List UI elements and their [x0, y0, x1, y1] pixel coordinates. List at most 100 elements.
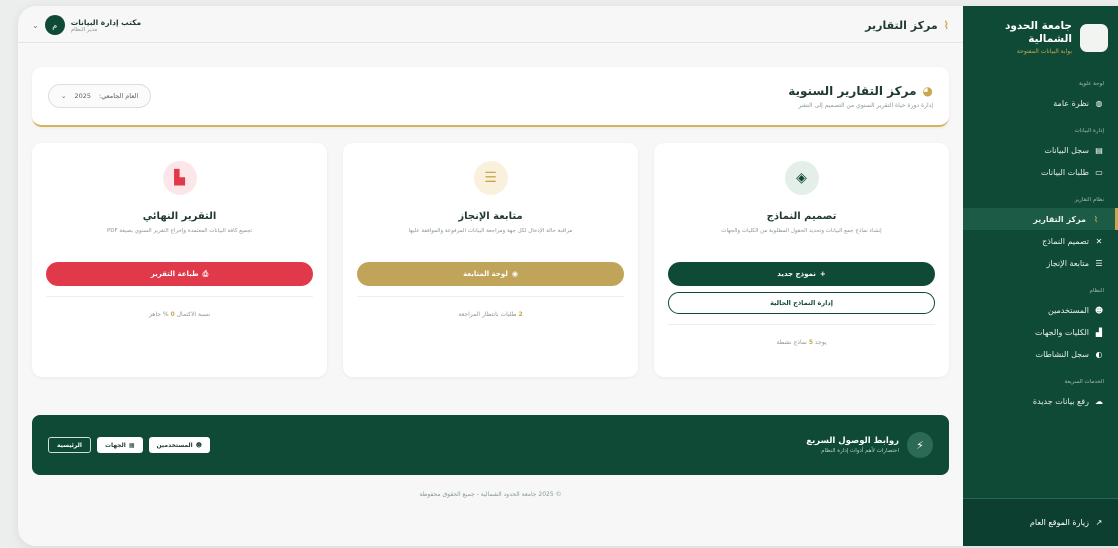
- sidebar-item-label: رفع بيانات جديدة: [1032, 396, 1089, 406]
- sidebar-item[interactable]: ▭ طلبات البيانات: [963, 161, 1118, 183]
- manage-templates-button[interactable]: إدارة النماذج الحالية: [668, 292, 935, 314]
- sidebar-item[interactable]: ◐ سجل النشاطات: [963, 343, 1118, 365]
- sidebar-item[interactable]: ☰ متابعة الإنجاز: [963, 252, 1118, 274]
- sidebar-item-label: سجل النشاطات: [1035, 349, 1089, 359]
- visit-public-site-link[interactable]: ↗ زيارة الموقع العام: [963, 498, 1118, 546]
- brand[interactable]: جامعة الحدود الشمالية بوابة البيانات الم…: [963, 6, 1118, 67]
- quick-link-icon: ▦: [128, 441, 135, 449]
- chevron-down-icon[interactable]: ⌄: [32, 21, 39, 30]
- app-window: جامعة الحدود الشمالية بوابة البيانات الم…: [18, 6, 1118, 546]
- user-name: مكتب إدارة البيانات: [70, 17, 142, 27]
- button-icon: ⎙: [202, 269, 209, 278]
- user-menu[interactable]: مكتب إدارة البيانات مدير النظام م ⌄: [32, 15, 141, 35]
- academic-year-label: العام الجامعي:: [99, 92, 139, 100]
- sidebar-item[interactable]: ◍ نظرة عامة: [963, 92, 1118, 114]
- sidebar-item[interactable]: ⌇ مركز التقارير: [963, 208, 1118, 230]
- sidebar-item-label: متابعة الإنجاز: [1046, 258, 1089, 268]
- card-title: تصميم النماذج: [766, 211, 837, 222]
- page-title-text: مركز التقارير: [865, 18, 938, 32]
- quick-access-bar: ⚡ روابط الوصول السريع اختصارات لأهم أدوا…: [32, 415, 949, 475]
- stat-suffix: % جاهز: [148, 311, 169, 318]
- quick-link-label: الجهات: [104, 441, 126, 449]
- stat-value: 2: [518, 311, 523, 318]
- quick-access-subtitle: اختصارات لأهم أدوات إدارة النظام: [821, 448, 899, 454]
- database-icon: ▤: [1095, 145, 1103, 155]
- quick-access-title: روابط الوصول السريع: [806, 436, 899, 446]
- external-link-icon: ↗: [1095, 518, 1103, 527]
- quick-link[interactable]: الرئيسية: [48, 437, 91, 453]
- topbar: ⌇ مركز التقارير مكتب إدارة البيانات مدير…: [32, 8, 949, 42]
- chevron-down-icon: ⌄: [61, 92, 67, 100]
- tools-icon: ✕: [1095, 236, 1103, 246]
- quick-link-label: الرئيسية: [57, 441, 82, 449]
- quick-links: ☻ المستخدمين ▦ الجهات الرئيسية: [48, 437, 211, 453]
- report-cards: ◈ تصميم النماذج إنشاء نماذج جمع البيانات…: [32, 143, 949, 377]
- avatar[interactable]: م: [44, 15, 65, 35]
- card-final-button[interactable]: ⎙ طباعة التقرير: [46, 262, 313, 286]
- pie-chart-icon: ◕: [922, 83, 933, 98]
- card-divider: [668, 324, 935, 325]
- card-description: مراقبة حالة الإدخال لكل جهة ومراجعة البي…: [408, 228, 573, 234]
- card-description: تجميع كافة البيانات المعتمدة وإخراج التق…: [106, 228, 253, 234]
- users-icon: ☻: [1094, 305, 1104, 315]
- card-progress-button[interactable]: ◉ لوحة المتابعة: [357, 262, 624, 286]
- globe-icon: ◍: [1095, 98, 1103, 108]
- card-design-icon: ◈: [784, 161, 819, 195]
- sidebar-nav: لوحة علوية ◍ نظرة عامة إدارة البيانات ▤ سجل ا…: [963, 67, 1118, 412]
- laptop-icon: ▭: [1095, 167, 1103, 177]
- card-final: ▙ التقرير النهائي تجميع كافة البيانات ال…: [32, 143, 327, 377]
- academic-year-select[interactable]: العام الجامعي: 2025 ⌄: [48, 84, 152, 108]
- sidebar-item[interactable]: ✕ تصميم النماذج: [963, 230, 1118, 252]
- sidebar: جامعة الحدود الشمالية بوابة البيانات الم…: [963, 6, 1118, 546]
- section-title-text: مركز التقارير السنوية: [788, 83, 917, 98]
- chart-icon: ⌇: [1094, 214, 1098, 224]
- card-final-icon: ▙: [162, 161, 197, 195]
- checklist-icon: ☰: [1095, 258, 1103, 268]
- card-stat: 2 طلبات بانتظار المراجعة: [458, 311, 522, 318]
- history-icon: ◐: [1095, 349, 1103, 359]
- quick-link[interactable]: ▦ الجهات: [96, 437, 143, 453]
- card-design-button[interactable]: + نموذج جديد: [668, 262, 935, 286]
- sidebar-item-label: تصميم النماذج: [1042, 236, 1089, 246]
- brand-name: جامعة الحدود الشمالية: [1004, 20, 1072, 45]
- sidebar-item[interactable]: ▟ الكليات والجهات: [963, 321, 1118, 343]
- user-role: مدير النظام: [70, 26, 98, 33]
- button-label: لوحة المتابعة: [463, 270, 508, 278]
- sidebar-item-label: نظرة عامة: [1053, 98, 1089, 108]
- section-title: ◕ مركز التقارير السنوية: [788, 84, 933, 98]
- page-title: ⌇ مركز التقارير: [865, 19, 949, 32]
- sidebar-item-label: الكليات والجهات: [1035, 327, 1089, 337]
- sidebar-section-title: النظام: [1089, 288, 1104, 294]
- card-divider: [46, 296, 313, 297]
- card-title: التقرير النهائي: [142, 211, 217, 222]
- chart-icon: ⌇: [943, 18, 949, 32]
- stat-prefix: يوجد: [815, 339, 827, 346]
- sidebar-item[interactable]: ☻ المستخدمين: [963, 299, 1118, 321]
- stat-prefix: نسبة الاكتمال: [176, 311, 211, 318]
- quick-link[interactable]: ☻ المستخدمين: [148, 437, 211, 453]
- sidebar-item-label: مركز التقارير: [1033, 214, 1086, 224]
- card-progress-icon: ☰: [473, 161, 508, 195]
- quick-link-icon: ☻: [195, 441, 203, 449]
- upload-icon: ☁: [1095, 396, 1103, 406]
- stat-value: 0: [170, 311, 175, 318]
- stat-suffix: نماذج نشطة: [776, 339, 807, 346]
- card-stat: يوجد 5 نماذج نشطة: [776, 339, 826, 346]
- quick-link-label: المستخدمين: [156, 441, 193, 449]
- sidebar-section-title: نظام التقارير: [1074, 197, 1104, 203]
- card-title: متابعة الإنجاز: [458, 211, 523, 222]
- sidebar-item[interactable]: ▤ سجل البيانات: [963, 139, 1118, 161]
- main-content: ⌇ مركز التقارير مكتب إدارة البيانات مدير…: [18, 6, 963, 546]
- stat-suffix: طلبات بانتظار المراجعة: [458, 311, 517, 318]
- brand-subtitle: بوابة البيانات المفتوحة: [1016, 48, 1072, 55]
- lightning-icon: ⚡: [907, 432, 933, 458]
- card-description: إنشاء نماذج جمع البيانات وتحديد الحقول ا…: [721, 228, 882, 234]
- building-icon: ▟: [1095, 327, 1103, 337]
- stat-value: 5: [808, 339, 814, 346]
- button-label: طباعة التقرير: [150, 270, 199, 278]
- topbar-divider: [18, 42, 963, 43]
- button-icon: +: [819, 270, 826, 278]
- copyright: © 2025 جامعة الحدود الشمالية - جميع الحق…: [419, 491, 562, 498]
- sidebar-section-title: لوحة علوية: [1078, 81, 1104, 87]
- sidebar-item[interactable]: ☁ رفع بيانات جديدة: [963, 390, 1118, 412]
